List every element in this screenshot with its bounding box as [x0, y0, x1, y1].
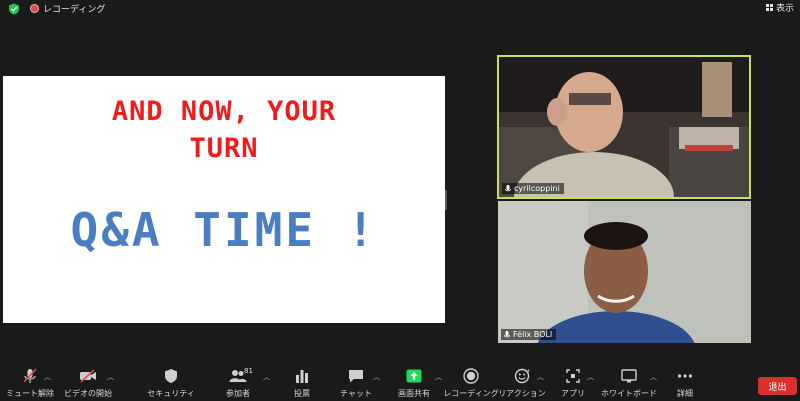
start-video-label: ビデオの開始 — [64, 389, 112, 398]
polls-label: 投票 — [294, 389, 310, 398]
bar-chart-icon — [296, 370, 308, 383]
microphone-muted-icon — [23, 368, 37, 383]
microphone-icon — [504, 330, 510, 337]
more-button[interactable]: 詳細 — [655, 368, 715, 399]
meeting-toolbar: ミュート解除 ︿ ビデオの開始 ︿ セキュリティ 81 参加者 ︿ 投票 チャッ… — [0, 367, 800, 401]
slide-heading-line1: AND NOW, YOUR — [111, 96, 337, 127]
smiley-face-icon: + — [514, 368, 530, 384]
participant-video-feed — [499, 57, 749, 197]
participant-video-tile[interactable]: cyrilcoppini — [497, 55, 751, 199]
record-icon — [463, 368, 479, 384]
participants-button[interactable]: 81 参加者 — [208, 367, 268, 399]
share-screen-icon — [406, 369, 422, 383]
chat-label: チャット — [340, 389, 372, 398]
meeting-top-bar: レコーディング 表示 — [0, 0, 800, 18]
slide-heading-line2: TURN — [189, 133, 259, 164]
shield-icon — [165, 369, 177, 383]
shared-screen: AND NOW, YOUR TURN Q&A TIME ! — [3, 76, 445, 323]
participant-video-tile[interactable]: Félix BOLI — [498, 201, 751, 343]
apps-icon — [566, 369, 580, 383]
unmute-label: ミュート解除 — [6, 389, 54, 398]
participant-name-tag: Félix BOLI — [501, 329, 557, 340]
security-label: セキュリティ — [147, 389, 195, 398]
participant-name-tag: cyrilcoppini — [502, 183, 564, 194]
shield-check-icon[interactable] — [8, 3, 20, 15]
view-button[interactable]: 表示 — [765, 1, 794, 14]
whiteboard-label: ホワイトボード — [601, 389, 657, 398]
share-screen-label: 画面共有 — [398, 389, 430, 398]
svg-text:+: + — [526, 368, 530, 375]
reactions-label: リアクション — [498, 389, 546, 398]
polls-button[interactable]: 投票 — [272, 368, 332, 399]
participants-options-chevron-icon[interactable]: ︿ — [263, 372, 270, 382]
participants-count: 81 — [244, 367, 253, 375]
apps-options-chevron-icon[interactable]: ︿ — [587, 372, 594, 382]
video-options-chevron-icon[interactable]: ︿ — [107, 372, 114, 382]
leave-meeting-button[interactable]: 退出 — [758, 377, 797, 395]
chat-bubble-icon — [349, 370, 363, 383]
participant-video-feed — [498, 201, 751, 343]
more-dots-icon — [677, 374, 693, 378]
grid-view-icon — [765, 4, 773, 11]
apps-button[interactable]: アプリ — [543, 368, 603, 399]
microphone-icon — [505, 184, 511, 191]
security-button[interactable]: セキュリティ — [141, 368, 201, 399]
whiteboard-icon — [621, 369, 637, 383]
participant-name: cyrilcoppini — [514, 184, 560, 193]
view-button-label: 表示 — [775, 4, 794, 14]
chat-options-chevron-icon[interactable]: ︿ — [373, 372, 380, 382]
slide-qa-title: Q&A TIME ! — [70, 203, 378, 257]
record-label: レコーディング — [443, 389, 499, 398]
more-label: 詳細 — [677, 389, 693, 398]
apps-label: アプリ — [561, 389, 585, 398]
recording-indicator-icon — [30, 4, 39, 13]
panel-resize-handle[interactable] — [445, 190, 447, 210]
unmute-button[interactable]: ミュート解除 — [0, 368, 60, 399]
video-camera-off-icon — [80, 369, 96, 383]
audio-options-chevron-icon[interactable]: ︿ — [44, 372, 51, 382]
participants-label: 参加者 — [226, 389, 250, 398]
participant-name: Félix BOLI — [513, 330, 553, 339]
recording-status-label[interactable]: レコーディング — [43, 2, 105, 15]
